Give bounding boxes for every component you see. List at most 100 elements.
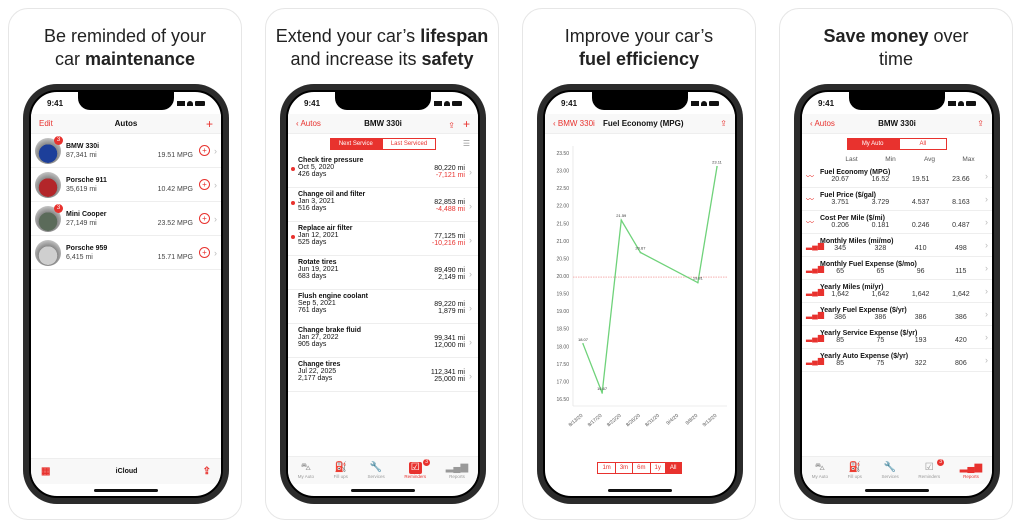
- auto-mpg: 19.51 MPG: [157, 151, 193, 159]
- y-tick-label: 16.50: [556, 397, 569, 403]
- tab-label: My Auto: [297, 474, 315, 479]
- tab-fill-ups[interactable]: ⛽ Fill ups: [848, 462, 862, 479]
- report-value: 1,642: [871, 291, 890, 298]
- service-row[interactable]: Change brake fluid Jan 27, 2022 905 days 99…: [288, 324, 478, 358]
- caption-bold: lifespan: [420, 26, 489, 46]
- service-row[interactable]: Replace air filter Jan 12, 2021 525 days 77…: [288, 222, 478, 256]
- back-button[interactable]: ‹ Autos: [296, 119, 321, 128]
- fuel-economy-chart: 16.50 17.00 17.50 18.00 18.50 19.00 19.50 20.00…: [556, 146, 727, 428]
- tab-my-auto[interactable]: ⛍ My Auto: [812, 462, 828, 479]
- data-point: [716, 165, 718, 168]
- back-button[interactable]: ‹ Autos: [810, 119, 835, 128]
- segment-my-auto[interactable]: My Auto: [846, 138, 899, 150]
- tab-reports[interactable]: ▂▄▆ Reports: [446, 462, 468, 479]
- report-value: 328: [874, 245, 887, 252]
- share-icon[interactable]: ⇪: [448, 121, 455, 130]
- sort-icon[interactable]: ☰: [463, 139, 470, 148]
- auto-row[interactable]: Porsche 911 35,619 mi 10.42 MPG + ›: [31, 168, 221, 202]
- promo-card-reports: Save money over time 9:41 ‹ Autos BMW 33…: [779, 8, 1013, 520]
- auto-info: Porsche 911 35,619 mi 10.42 MPG: [66, 177, 193, 193]
- range-all[interactable]: All: [664, 462, 682, 474]
- chevron-right-icon: ›: [985, 286, 988, 296]
- auto-mpg: 10.42 MPG: [157, 185, 193, 193]
- auto-name: Porsche 959: [66, 244, 108, 252]
- report-body: Monthly Fuel Expense ($/mo) 65 65 96 115: [820, 261, 981, 275]
- auto-row[interactable]: 3 BMW 330i 87,341 mi 19.51 MPG + ›: [31, 134, 221, 168]
- report-value: 1,642: [831, 291, 849, 298]
- auto-row[interactable]: 3 Mini Cooper 27,149 mi 23.52 MPG + ›: [31, 202, 221, 236]
- tab-reminders[interactable]: ☑ 3 Reminders: [918, 459, 945, 479]
- report-title: Yearly Auto Expense ($/yr): [820, 353, 909, 360]
- report-value: 75: [876, 360, 885, 367]
- x-tick-label: 8/13/20: [568, 413, 585, 428]
- tab-label: Fill ups: [847, 474, 862, 479]
- promo-card-reminders: Be reminded of your car maintenance 9:41…: [8, 8, 242, 520]
- y-tick-label: 20.50: [556, 256, 569, 262]
- tab-services[interactable]: 🔧 Services: [368, 462, 385, 479]
- caption-text: over: [928, 26, 969, 46]
- service-due-miles: 80,220 mi: [434, 165, 465, 172]
- back-button[interactable]: ‹ BMW 330i: [553, 119, 595, 128]
- card-caption: Save money over time: [780, 25, 1012, 71]
- tab-reports[interactable]: ▂▄▆ Reports: [960, 462, 982, 479]
- add-auto-button[interactable]: +: [206, 117, 213, 131]
- service-remaining: 25,000 mi: [434, 376, 465, 383]
- column-header: Last: [845, 156, 858, 163]
- range-6m[interactable]: 6m: [632, 462, 651, 474]
- range-1m[interactable]: 1m: [597, 462, 616, 474]
- service-remaining: 2,149 mi: [438, 274, 465, 281]
- service-date: Jan 3, 2021: [298, 198, 335, 205]
- report-row[interactable]: 〰 Fuel Price ($/gal) 3.751 3.729 4.537 8.163 ›: [802, 188, 992, 211]
- report-value: 498: [955, 245, 967, 252]
- report-row[interactable]: ▂▄▆ Monthly Fuel Expense ($/mo) 65 65 96 115 ›: [802, 257, 992, 280]
- grid-icon[interactable]: ▦: [41, 466, 50, 477]
- share-icon[interactable]: ⇪: [203, 466, 211, 477]
- report-row[interactable]: ▂▄▆ Yearly Service Expense ($/yr) 85 75 193 4…: [802, 326, 992, 349]
- phone-screen: 9:41 ‹ Autos BMW 330i ⇪ + Next Service La…: [286, 90, 480, 498]
- overdue-dot: [291, 201, 295, 205]
- service-days: 683 days: [298, 273, 327, 280]
- add-fillup-icon[interactable]: +: [199, 179, 210, 190]
- nav-title: Fuel Economy (MPG): [603, 119, 684, 128]
- service-due-miles: 89,220 mi: [434, 301, 465, 308]
- service-row[interactable]: Rotate tires Jun 19, 2021 683 days 89,490 m…: [288, 256, 478, 290]
- tab-reminders[interactable]: ☑ 3 Reminders: [404, 459, 431, 479]
- report-row[interactable]: 〰 Fuel Economy (MPG) 20.67 16.52 19.51 23.66 ›: [802, 165, 992, 188]
- service-row[interactable]: Check tire pressure Oct 5, 2020 426 days 80…: [288, 154, 478, 188]
- share-icon[interactable]: ⇪: [720, 119, 727, 128]
- service-info: Replace air filter Jan 12, 2021 525 days: [298, 225, 432, 246]
- tab-fill-ups[interactable]: ⛽ Fill ups: [334, 462, 348, 479]
- add-fillup-icon[interactable]: +: [199, 247, 210, 258]
- x-tick-label: 8/31/20: [644, 413, 661, 428]
- service-name: Change brake fluid: [298, 327, 362, 334]
- range-1y[interactable]: 1y: [649, 462, 666, 474]
- report-row[interactable]: ▂▄▆ Yearly Auto Expense ($/yr) 85 75 322 806 ›: [802, 349, 992, 372]
- service-row[interactable]: Flush engine coolant Sep 5, 2021 761 days 8…: [288, 290, 478, 324]
- segmented-control: My Auto All: [802, 134, 992, 154]
- report-row[interactable]: ▂▄▆ Yearly Miles (mi/yr) 1,642 1,642 1,642 1,…: [802, 280, 992, 303]
- service-row[interactable]: Change oil and filter Jan 3, 2021 516 days…: [288, 188, 478, 222]
- report-row[interactable]: ▂▄▆ Yearly Fuel Expense ($/yr) 386 386 386 38…: [802, 303, 992, 326]
- add-fillup-icon[interactable]: +: [199, 213, 210, 224]
- segment-last-serviced[interactable]: Last Serviced: [381, 138, 437, 150]
- edit-button[interactable]: Edit: [39, 119, 53, 128]
- service-remaining: -10,216 mi: [431, 240, 465, 247]
- add-icon[interactable]: +: [463, 117, 470, 131]
- report-value: 115: [955, 268, 967, 275]
- segment-all[interactable]: All: [898, 138, 948, 150]
- report-value: 20.67: [831, 176, 849, 183]
- segment-next-service[interactable]: Next Service: [329, 138, 382, 150]
- range-3m[interactable]: 3m: [614, 462, 634, 474]
- report-row[interactable]: 〰 Cost Per Mile ($/mi) 0.206 0.181 0.246 0.48…: [802, 211, 992, 234]
- tab-services[interactable]: 🔧 Services: [882, 462, 899, 479]
- report-row[interactable]: ▂▄▆ Monthly Miles (mi/mo) 345 328 410 498 ›: [802, 234, 992, 257]
- line-chart-icon: 〰: [806, 171, 814, 181]
- y-tick-label: 19.00: [556, 309, 569, 315]
- service-info: Change brake fluid Jan 27, 2022 905 days: [298, 327, 434, 348]
- add-fillup-icon[interactable]: +: [199, 145, 210, 156]
- bar-chart-icon: ▂▄▆: [806, 263, 824, 273]
- auto-row[interactable]: Porsche 959 6,415 mi 15.71 MPG + ›: [31, 236, 221, 270]
- share-icon[interactable]: ⇪: [977, 119, 984, 128]
- service-row[interactable]: Change tires Jul 22, 2025 2,177 days 112,34…: [288, 358, 478, 392]
- tab-my-auto[interactable]: ⛍ My Auto: [298, 462, 314, 479]
